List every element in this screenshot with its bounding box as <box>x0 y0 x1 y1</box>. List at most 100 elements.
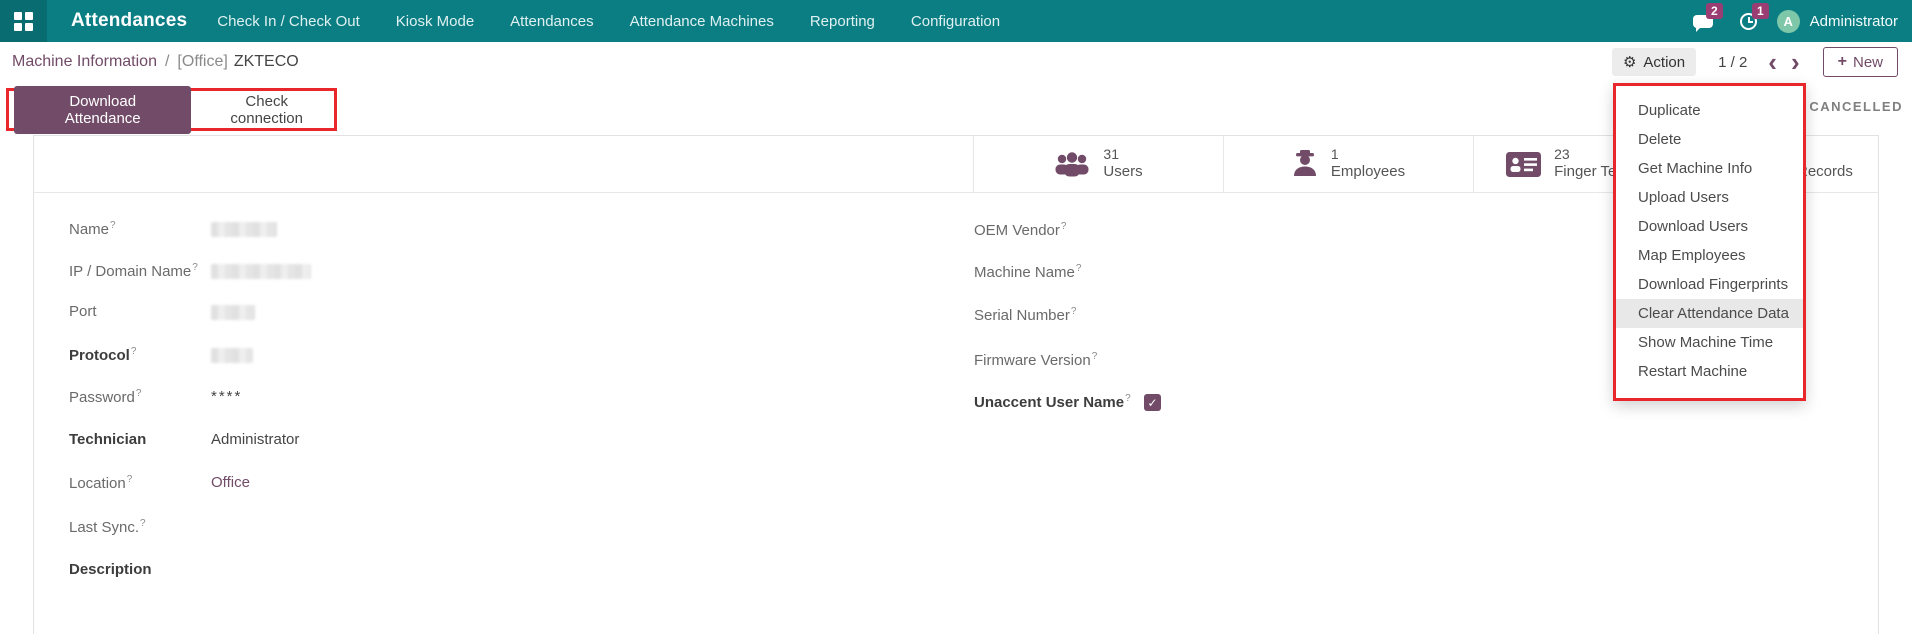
stat-users-label: Users <box>1103 163 1142 182</box>
annotation-box-header-buttons: Download Attendance Check connection <box>6 88 337 131</box>
breadcrumb-separator: / <box>165 53 169 71</box>
field-row-technician: Technician Administrator <box>69 431 299 448</box>
redacted-value <box>211 348 253 363</box>
dropdown-item-show-machine-time[interactable]: Show Machine Time <box>1616 328 1803 357</box>
messages-button[interactable]: 2 <box>1685 7 1721 35</box>
employee-icon <box>1292 150 1318 178</box>
menu-kiosk-mode[interactable]: Kiosk Mode <box>396 13 474 30</box>
stat-employees-count: 1 <box>1331 146 1405 164</box>
new-record-button[interactable]: + New <box>1823 47 1898 77</box>
stat-users-count: 31 <box>1103 146 1142 164</box>
redacted-value <box>211 264 311 279</box>
dropdown-item-restart-machine[interactable]: Restart Machine <box>1616 357 1803 386</box>
help-icon: ? <box>131 346 137 357</box>
field-row-protocol: Protocol? <box>69 346 253 364</box>
breadcrumb-record-name: ZKTECO <box>234 53 299 71</box>
help-icon: ? <box>110 220 116 231</box>
navbar-right: 2 1 A Administrator <box>1685 7 1912 35</box>
activities-button[interactable]: 1 <box>1731 7 1767 35</box>
field-label: Password? <box>69 388 211 406</box>
help-icon: ? <box>1061 221 1067 232</box>
dropdown-item-download-users[interactable]: Download Users <box>1616 212 1803 241</box>
top-navbar: Attendances Check In / Check Out Kiosk M… <box>0 0 1912 42</box>
action-menu-button[interactable]: ⚙ Action <box>1612 48 1696 76</box>
control-panel-right: ⚙ Action 1 / 2 ‹ › + New <box>1612 47 1898 77</box>
field-row-location: Location? Office <box>69 474 250 492</box>
help-icon: ? <box>1092 351 1098 362</box>
dropdown-item-duplicate[interactable]: Duplicate <box>1616 96 1803 125</box>
help-icon: ? <box>192 262 198 273</box>
field-row-firmware-version: Firmware Version? <box>974 351 1144 369</box>
menu-configuration[interactable]: Configuration <box>911 13 1000 30</box>
new-button-label: New <box>1853 54 1883 71</box>
redacted-value <box>211 222 277 237</box>
field-row-password: Password? **** <box>69 388 242 406</box>
menu-attendance-machines[interactable]: Attendance Machines <box>630 13 774 30</box>
field-label: Technician <box>69 431 211 448</box>
field-row-description: Description <box>69 561 211 578</box>
help-icon: ? <box>1125 393 1131 404</box>
stat-button-employees[interactable]: 1 Employees <box>1223 136 1473 192</box>
user-name[interactable]: Administrator <box>1810 13 1898 30</box>
check-icon: ✓ <box>1147 396 1157 410</box>
stat-text: 31 Users <box>1103 146 1142 182</box>
pager-next-button[interactable]: › <box>1784 52 1807 72</box>
dropdown-item-upload-users[interactable]: Upload Users <box>1616 183 1803 212</box>
field-row-name: Name? <box>69 220 277 238</box>
location-link[interactable]: Office <box>211 474 250 491</box>
apps-grid-icon <box>14 12 33 31</box>
status-ribbon: CANCELLED <box>1809 99 1903 114</box>
download-attendance-button[interactable]: Download Attendance <box>14 86 191 134</box>
stat-button-row: 31 Users 1 Employees <box>34 136 1878 193</box>
field-label: Location? <box>69 474 211 492</box>
apps-menu-button[interactable] <box>0 0 47 42</box>
field-row-unaccent-user-name: Unaccent User Name? ✓ <box>974 393 1161 411</box>
control-panel: Machine Information / [Office] ZKTECO ⚙ … <box>0 42 1912 82</box>
dropdown-item-map-employees[interactable]: Map Employees <box>1616 241 1803 270</box>
app-title: Attendances <box>71 10 187 32</box>
field-label: Description <box>69 561 211 578</box>
field-label: Firmware Version? <box>974 351 1144 369</box>
help-icon: ? <box>140 518 146 529</box>
help-icon: ? <box>1071 306 1077 317</box>
annotation-box-action-menu: Duplicate Delete Get Machine Info Upload… <box>1613 83 1806 401</box>
dropdown-item-clear-attendance-data[interactable]: Clear Attendance Data <box>1616 299 1803 328</box>
field-label: Unaccent User Name? <box>974 393 1144 411</box>
pager-previous-button[interactable]: ‹ <box>1761 52 1784 72</box>
stat-employees-label: Employees <box>1331 163 1405 182</box>
check-connection-button[interactable]: Check connection <box>199 86 334 134</box>
stat-text: 1 Employees <box>1331 146 1405 182</box>
field-label: OEM Vendor? <box>974 221 1144 239</box>
unaccent-user-name-checkbox[interactable]: ✓ <box>1144 394 1161 411</box>
help-icon: ? <box>136 388 142 399</box>
stat-button-users[interactable]: 31 Users <box>973 136 1223 192</box>
record-form: Name? IP / Domain Name? Port Protocol? P… <box>34 193 1878 634</box>
main-menu: Check In / Check Out Kiosk Mode Attendan… <box>217 13 1000 30</box>
field-label: IP / Domain Name? <box>69 262 211 280</box>
gear-icon: ⚙ <box>1623 53 1636 71</box>
help-icon: ? <box>1076 263 1082 274</box>
menu-reporting[interactable]: Reporting <box>810 13 875 30</box>
dropdown-item-get-machine-info[interactable]: Get Machine Info <box>1616 154 1803 183</box>
attendances-app-window: Attendances Check In / Check Out Kiosk M… <box>0 0 1912 634</box>
password-value: **** <box>211 388 242 405</box>
field-label: Serial Number? <box>974 306 1144 324</box>
menu-attendances[interactable]: Attendances <box>510 13 593 30</box>
redacted-value <box>211 305 255 320</box>
field-label: Last Sync.? <box>69 518 211 536</box>
field-row-oem-vendor: OEM Vendor? <box>974 221 1144 239</box>
plus-icon: + <box>1838 53 1847 71</box>
field-label: Name? <box>69 220 211 238</box>
field-label: Machine Name? <box>974 263 1144 281</box>
field-label: Protocol? <box>69 346 211 364</box>
field-row-last-sync: Last Sync.? <box>69 518 211 536</box>
messages-badge: 2 <box>1706 3 1723 19</box>
breadcrumb-parent-link[interactable]: Machine Information <box>12 53 157 71</box>
record-form-card: 31 Users 1 Employees <box>33 135 1879 634</box>
dropdown-item-download-fingerprints[interactable]: Download Fingerprints <box>1616 270 1803 299</box>
breadcrumb-record-prefix: [Office] <box>177 53 227 71</box>
field-row-port: Port <box>69 303 255 320</box>
user-avatar[interactable]: A <box>1777 10 1800 33</box>
dropdown-item-delete[interactable]: Delete <box>1616 125 1803 154</box>
menu-check-in-out[interactable]: Check In / Check Out <box>217 13 360 30</box>
